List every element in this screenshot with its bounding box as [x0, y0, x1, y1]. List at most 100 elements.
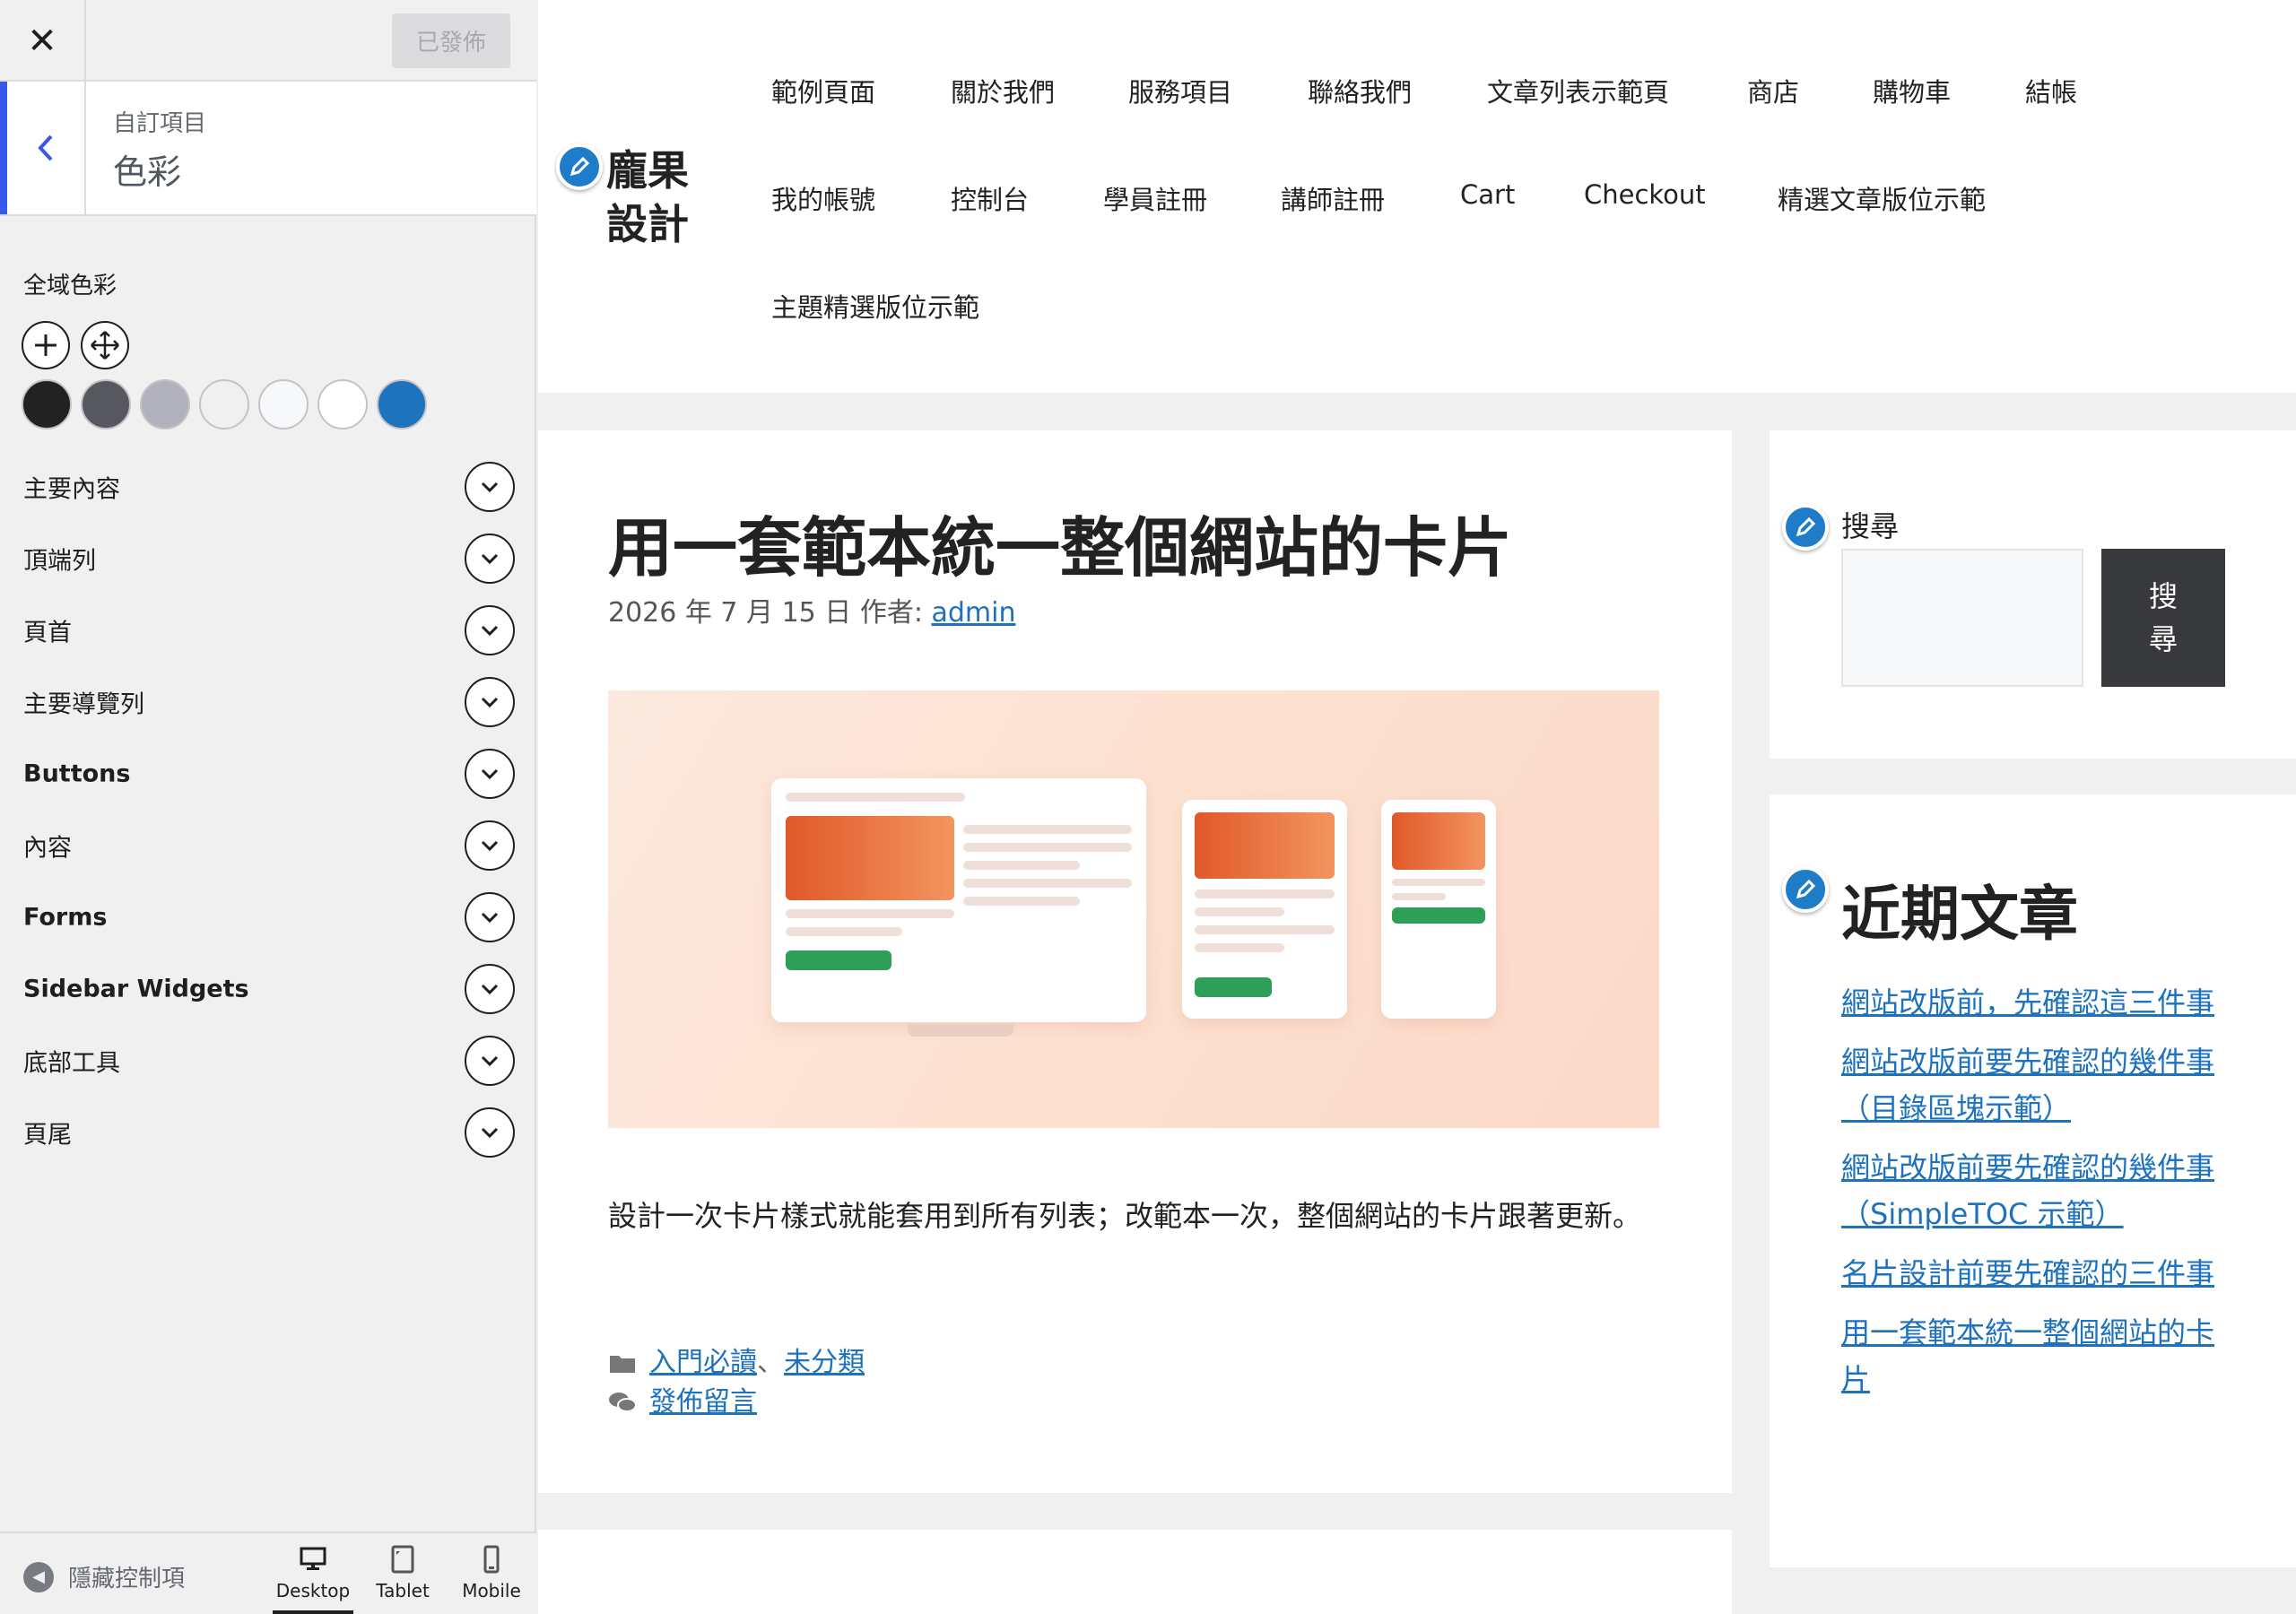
color-swatch[interactable]	[22, 379, 72, 430]
search-button[interactable]: 搜尋	[2101, 549, 2225, 687]
color-section-row[interactable]: 頁首	[0, 594, 536, 666]
color-section-row[interactable]: Forms	[0, 881, 536, 953]
author-link[interactable]: admin	[931, 597, 1015, 629]
nav-item[interactable]: 購物車	[1873, 72, 1951, 109]
color-section-row[interactable]: 主要內容	[0, 451, 536, 523]
category-separator: 、	[757, 1347, 784, 1378]
search-input[interactable]	[1841, 549, 2083, 687]
chevron-down-icon[interactable]	[465, 964, 515, 1014]
mock-desktop-card	[771, 778, 1146, 1022]
breadcrumb: 自訂項目	[113, 110, 207, 137]
customizer-footer: ◀ 隱藏控制項 Desktop Tablet Mobile	[0, 1532, 536, 1614]
nav-item[interactable]: 精選文章版位示範	[1778, 179, 1986, 217]
nav-item[interactable]: 學員註冊	[1103, 179, 1207, 217]
nav-item[interactable]: 文章列表示範頁	[1487, 72, 1669, 109]
nav-item[interactable]: 關於我們	[951, 72, 1055, 109]
nav-item[interactable]: 講師註冊	[1281, 179, 1385, 217]
color-section-row[interactable]: Buttons	[0, 738, 536, 810]
section-title: 色彩	[113, 152, 182, 192]
chevron-down-icon[interactable]	[465, 1107, 515, 1158]
recent-posts-list: 網站改版前，先確認這三件事網站改版前要先確認的幾件事（目錄區塊示範） 網站改版前要…	[1841, 979, 2218, 1415]
chevron-down-icon[interactable]	[465, 1036, 515, 1086]
nav-item[interactable]: 商店	[1747, 72, 1799, 109]
post-title[interactable]: 網站改版前，先確認這三件事	[608, 1600, 1354, 1614]
recent-post-link[interactable]: 名片設計前要先確認的三件事	[1841, 1256, 2214, 1290]
search-label: 搜尋	[1841, 509, 1900, 543]
collapse-icon: ◀	[23, 1561, 54, 1592]
close-icon[interactable]: ✕	[0, 0, 86, 82]
chevron-down-icon[interactable]	[465, 677, 515, 727]
device-mobile-label: Mobile	[462, 1580, 521, 1601]
back-button[interactable]	[0, 82, 86, 214]
section-header: 自訂項目 色彩	[0, 82, 536, 216]
list-item: 名片設計前要先確認的三件事	[1841, 1250, 2218, 1297]
color-section-row[interactable]: 頂端列	[0, 523, 536, 594]
pencil-icon	[1796, 879, 1816, 899]
post-card: 網站改版前，先確認這三件事	[538, 1530, 1732, 1614]
color-section-label: 主要內容	[23, 475, 120, 504]
category-link[interactable]: 未分類	[784, 1347, 865, 1378]
device-mobile-button[interactable]: Mobile	[451, 1544, 532, 1614]
color-swatch[interactable]	[377, 379, 427, 430]
publish-button[interactable]: 已發佈	[392, 13, 510, 68]
color-swatch[interactable]	[317, 379, 368, 430]
featured-image[interactable]	[608, 690, 1659, 1128]
list-item: 網站改版前要先確認的幾件事（目錄區塊示範）	[1841, 1038, 2218, 1132]
recent-post-link[interactable]: 網站改版前要先確認的幾件事（SimpleTOC 示範）	[1841, 1150, 2214, 1231]
color-section-label: 頁首	[23, 619, 72, 647]
edit-shortcut-icon[interactable]	[556, 143, 603, 190]
color-swatch[interactable]	[258, 379, 309, 430]
nav-item[interactable]: Cart	[1460, 179, 1515, 210]
color-section-row[interactable]: Sidebar Widgets	[0, 953, 536, 1025]
nav-item[interactable]: 聯絡我們	[1308, 72, 1412, 109]
color-swatch[interactable]	[199, 379, 249, 430]
nav-item[interactable]: 控制台	[951, 179, 1029, 217]
customizer-panel: ✕ 已發佈 自訂項目 色彩 全域色彩 主要內容頂端列頁首主要導覽列 Buttons…	[0, 0, 536, 1614]
nav-item[interactable]: 範例頁面	[771, 72, 875, 109]
color-section-label: Forms	[23, 903, 108, 932]
nav-item[interactable]: 我的帳號	[771, 179, 875, 217]
pencil-icon	[570, 156, 590, 177]
post-footer: 入門必讀、未分類 發佈留言	[608, 1343, 865, 1422]
hide-controls-label: 隱藏控制項	[68, 1566, 186, 1592]
reorder-colors-button[interactable]	[81, 321, 129, 369]
nav-item[interactable]: 主題精選版位示範	[771, 287, 979, 325]
chevron-down-icon[interactable]	[465, 892, 515, 942]
chevron-down-icon[interactable]	[465, 534, 515, 584]
site-preview: 龐果設計 範例頁面 關於我們 服務項目 聯絡我們 文章列表示範頁 商店 購物車 結帳我的帳號 控…	[538, 0, 2296, 1614]
category-link[interactable]: 入門必讀	[649, 1347, 757, 1378]
folder-icon	[610, 1356, 635, 1373]
color-swatch[interactable]	[140, 379, 190, 430]
chevron-down-icon[interactable]	[465, 820, 515, 871]
recent-post-link[interactable]: 網站改版前，先確認這三件事	[1841, 985, 2214, 1020]
recent-posts-title: 近期文章	[1841, 880, 2078, 949]
site-title[interactable]: 龐果設計	[606, 143, 705, 251]
global-colors-label: 全域色彩	[23, 273, 117, 299]
pencil-icon	[1796, 516, 1816, 537]
color-section-row[interactable]: 內容	[0, 810, 536, 881]
add-color-button[interactable]	[22, 321, 70, 369]
nav-item[interactable]: 結帳	[2025, 72, 2077, 109]
chevron-down-icon[interactable]	[465, 605, 515, 655]
color-section-row[interactable]: 頁尾	[0, 1097, 536, 1168]
post-title[interactable]: 用一套範本統一整個網站的卡片	[608, 495, 1512, 589]
tablet-icon	[391, 1545, 414, 1574]
comments-icon	[609, 1393, 637, 1412]
hide-controls-button[interactable]: ◀ 隱藏控制項	[23, 1560, 185, 1593]
color-section-row[interactable]: 底部工具	[0, 1025, 536, 1097]
color-section-row[interactable]: 主要導覽列	[0, 666, 536, 738]
chevron-down-icon[interactable]	[465, 749, 515, 799]
edit-shortcut-icon[interactable]	[1782, 866, 1829, 913]
nav-item[interactable]: 服務項目	[1128, 72, 1232, 109]
device-desktop-button[interactable]: Desktop	[273, 1544, 353, 1614]
color-section-label: 頂端列	[23, 547, 96, 576]
color-section-label: 主要導覽列	[23, 690, 144, 719]
device-tablet-button[interactable]: Tablet	[362, 1544, 443, 1614]
color-swatch[interactable]	[81, 379, 131, 430]
recent-post-link[interactable]: 網站改版前要先確認的幾件事（目錄區塊示範）	[1841, 1045, 2214, 1125]
nav-item[interactable]: Checkout	[1584, 179, 1706, 210]
chevron-down-icon[interactable]	[465, 462, 515, 512]
recent-post-link[interactable]: 用一套範本統一整個網站的卡片	[1841, 1315, 2214, 1396]
edit-shortcut-icon[interactable]	[1782, 504, 1829, 551]
comments-link[interactable]: 發佈留言	[649, 1383, 757, 1422]
